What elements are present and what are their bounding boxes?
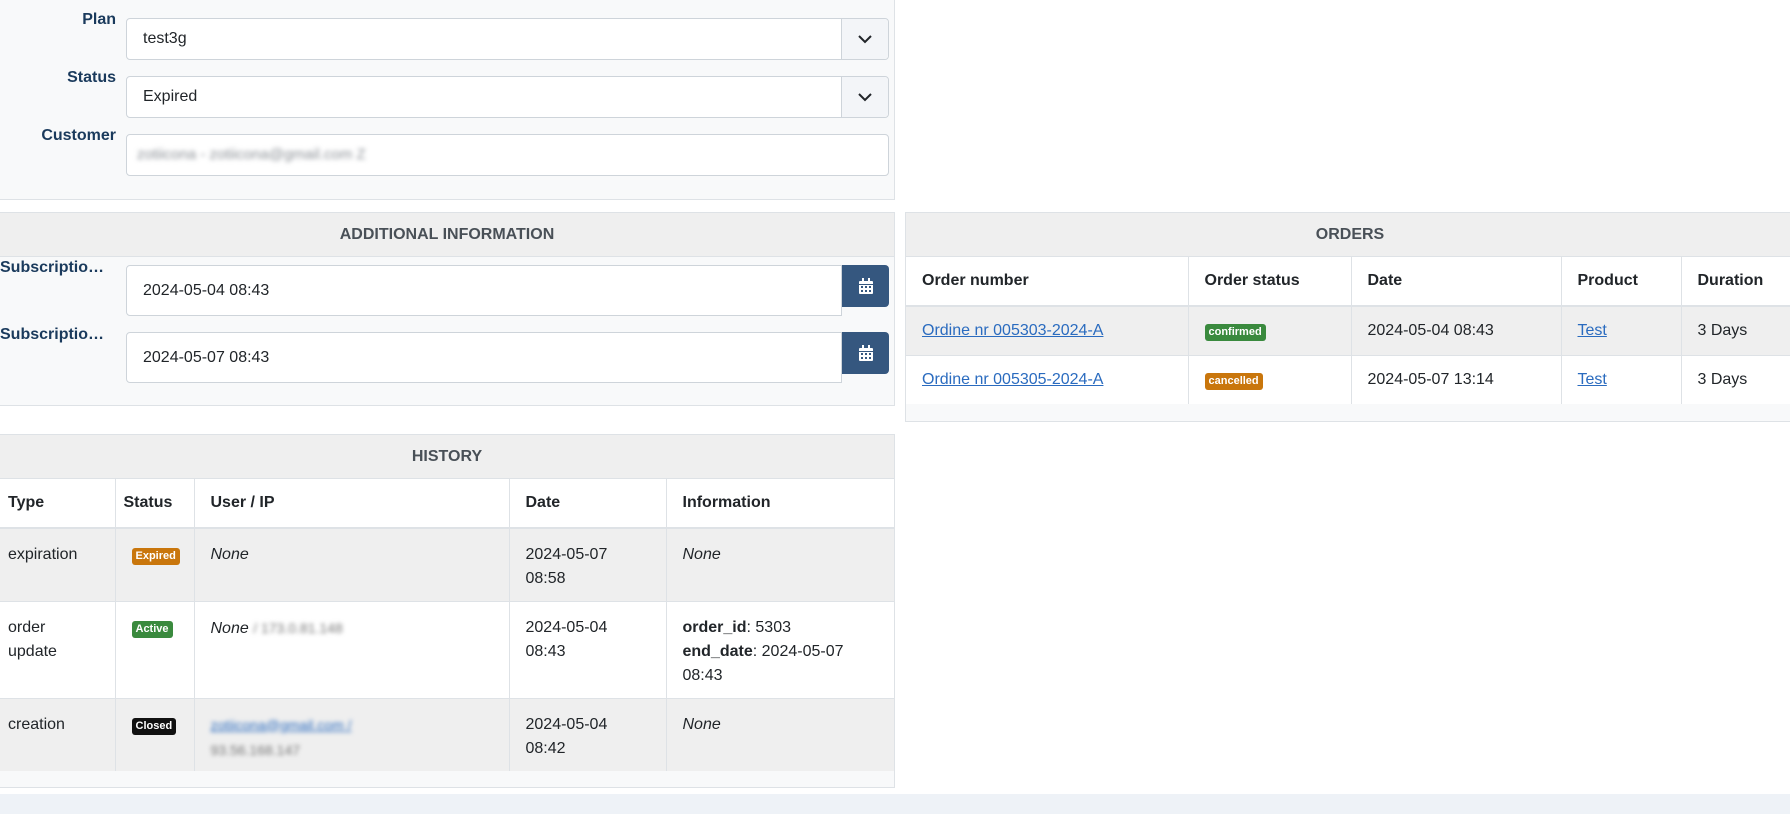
subscription-end-value: 2024-05-07 08:43 — [143, 349, 270, 366]
orders-title: ORDERS — [906, 213, 1790, 257]
history-panel: HISTORY Type Status User / IP Date Infor… — [0, 434, 895, 788]
history-user-email-link[interactable]: zotiicona@gmail.com / — [211, 717, 352, 733]
history-user: None — [210, 619, 249, 637]
column-header[interactable]: Order number — [906, 257, 1189, 307]
column-header[interactable]: Information — [666, 479, 894, 529]
history-date: 2024-05-04 08:43 — [509, 600, 667, 698]
table-row: Ordine nr 005305-2024-A cancelled 2024-0… — [906, 355, 1790, 404]
column-header[interactable]: Type — [0, 479, 116, 529]
order-number-link[interactable]: Ordine nr 005303-2024-A — [922, 322, 1103, 339]
product-link[interactable]: Test — [1578, 371, 1607, 388]
table-row: Ordine nr 005303-2024-A confirmed 2024-0… — [906, 305, 1790, 356]
orders-table: Order number Order status Date Product D… — [906, 257, 1790, 404]
history-ip: 93.56.168.147 — [210, 741, 301, 758]
status-badge: confirmed — [1204, 323, 1266, 341]
info-order-id-value: : 5303 — [746, 618, 791, 636]
plan-label: Plan — [82, 11, 116, 28]
info-end-date-label: end_date — [682, 642, 753, 660]
order-date: 2024-05-04 08:43 — [1351, 305, 1562, 356]
customer-value: zotiicona - zotiicona@gmail.com Z — [137, 146, 366, 163]
status-badge: Expired — [131, 548, 180, 565]
column-header[interactable]: Product — [1561, 257, 1682, 307]
status-label: Status — [67, 69, 116, 86]
column-header[interactable]: Order status — [1188, 257, 1352, 307]
orders-header-row: Order number Order status Date Product D… — [906, 257, 1790, 307]
status-badge: Closed — [131, 717, 177, 735]
column-header[interactable]: User / IP — [194, 479, 510, 529]
table-row: creation Closed zotiicona@gmail.com / 93… — [0, 697, 894, 771]
customer-label: Customer — [41, 127, 116, 144]
info-order-id-label: order_id — [682, 618, 747, 636]
chevron-down-icon[interactable] — [841, 77, 888, 117]
page-footer — [0, 794, 1790, 814]
subscription-start-input[interactable]: 2024-05-04 08:43 — [126, 265, 842, 316]
history-type: order update — [0, 600, 116, 698]
history-ip: / 173.0.81.148 — [253, 619, 343, 636]
history-user: None — [210, 546, 249, 563]
history-date: 2024-05-07 08:58 — [509, 527, 667, 601]
plan-select-value: test3g — [143, 30, 187, 47]
subscription-start-value: 2024-05-04 08:43 — [143, 282, 270, 299]
subscription-start-label: Subscription s... — [0, 259, 112, 276]
additional-info-panel: ADDITIONAL INFORMATION Subscription s...… — [0, 212, 895, 406]
status-badge: Active — [131, 620, 173, 638]
subscription-end-calendar-button[interactable] — [842, 332, 889, 374]
chevron-down-icon[interactable] — [841, 19, 888, 59]
history-info: None — [682, 546, 721, 563]
order-duration: 3 Days — [1681, 355, 1790, 404]
history-info: None — [682, 715, 721, 733]
orders-panel: ORDERS Order number Order status Date Pr… — [905, 212, 1790, 422]
column-header[interactable]: Date — [1351, 257, 1562, 307]
order-date: 2024-05-07 13:14 — [1351, 355, 1562, 404]
table-row: order update Active None / 173.0.81.148 … — [0, 600, 894, 698]
table-row: expiration Expired None 2024-05-07 08:58… — [0, 527, 894, 601]
subscription-end-input[interactable]: 2024-05-07 08:43 — [126, 332, 842, 383]
column-header[interactable]: Date — [509, 479, 667, 529]
subscription-start-calendar-button[interactable] — [842, 265, 889, 307]
column-header[interactable]: Status — [115, 479, 195, 529]
additional-info-title: ADDITIONAL INFORMATION — [0, 213, 894, 257]
calendar-icon — [858, 277, 873, 294]
order-number-link[interactable]: Ordine nr 005305-2024-A — [922, 371, 1103, 388]
status-select[interactable]: Expired — [126, 76, 889, 118]
history-type: expiration — [0, 527, 116, 601]
history-title: HISTORY — [0, 435, 894, 479]
status-select-value: Expired — [143, 88, 198, 105]
calendar-icon — [858, 344, 873, 361]
product-link[interactable]: Test — [1578, 322, 1607, 339]
status-badge: cancelled — [1204, 372, 1263, 390]
history-header-row: Type Status User / IP Date Information — [0, 479, 894, 529]
subscription-form-panel: Plan test3g Status Expired Customer zoti… — [0, 0, 895, 200]
history-table: Type Status User / IP Date Information e… — [0, 479, 894, 771]
order-duration: 3 Days — [1681, 305, 1790, 356]
customer-input[interactable]: zotiicona - zotiicona@gmail.com Z — [126, 134, 889, 176]
subscription-end-label: Subscription e... — [0, 326, 112, 343]
plan-select[interactable]: test3g — [126, 18, 889, 60]
column-header[interactable]: Duration — [1681, 257, 1790, 307]
history-type: creation — [0, 697, 116, 771]
history-date: 2024-05-04 08:42 — [509, 697, 667, 771]
